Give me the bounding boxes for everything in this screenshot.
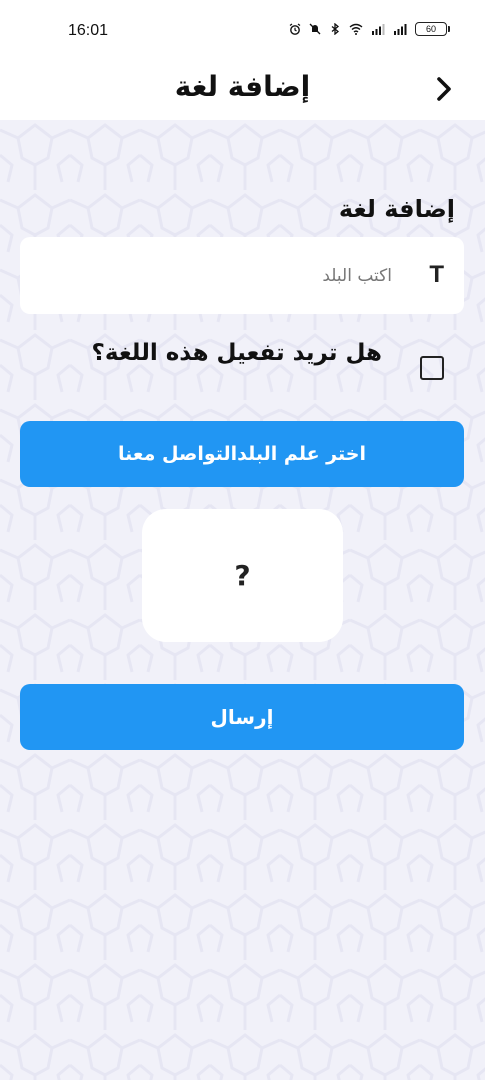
country-input[interactable] [50,259,394,293]
choose-flag-button[interactable]: اختر علم البلدالتواصل معنا [20,421,464,487]
status-icons: 60 [289,22,450,36]
country-field[interactable]: T [20,237,464,314]
flag-placeholder: ? [234,559,251,592]
signal-icon [372,24,385,35]
submit-label: إرسال [210,705,274,729]
section-title: إضافة لغة [338,195,455,223]
page-title: إضافة لغة [174,70,311,103]
text-icon: T [429,261,444,288]
flag-preview[interactable]: ? [142,509,343,642]
back-button[interactable] [427,72,461,106]
activate-row: هل تريد تفعيل هذه اللغة؟ [20,338,464,388]
activate-label: هل تريد تفعيل هذه اللغة؟ [91,340,382,366]
submit-button[interactable]: إرسال [20,684,464,750]
app-bar: إضافة لغة [0,62,485,120]
choose-flag-label: اختر علم البلدالتواصل معنا [118,443,366,465]
mute-icon [309,23,321,35]
signal-icon [394,24,407,35]
chevron-right-icon [437,77,451,101]
battery-icon: 60 [415,22,450,36]
alarm-icon [289,23,301,35]
bluetooth-icon [331,23,340,35]
wifi-icon [349,23,363,35]
activate-checkbox[interactable] [420,356,444,380]
status-bar: 16:01 60 [0,0,485,62]
status-time: 16:01 [68,22,109,39]
